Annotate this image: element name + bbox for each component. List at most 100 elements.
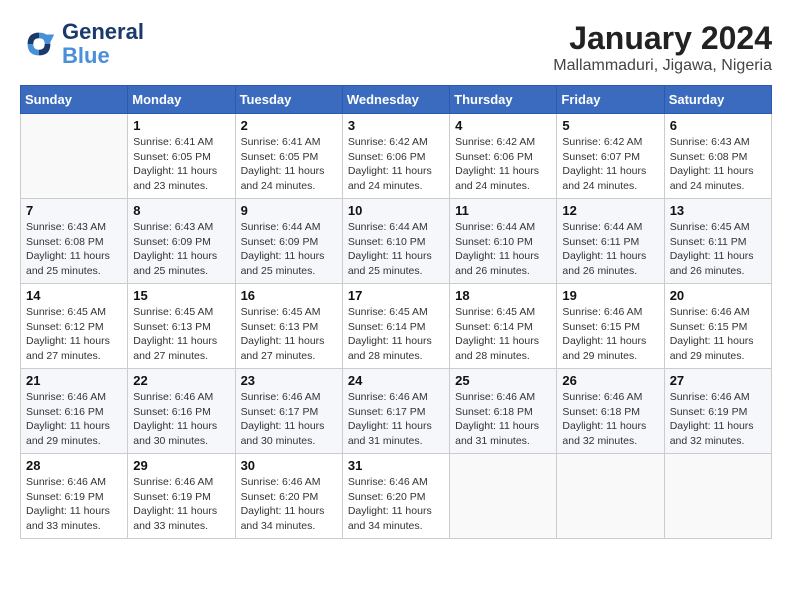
day-number: 4: [455, 118, 551, 133]
calendar-header-row: SundayMondayTuesdayWednesdayThursdayFrid…: [21, 86, 772, 114]
day-number: 20: [670, 288, 766, 303]
calendar-day-cell: 9 Sunrise: 6:44 AMSunset: 6:09 PMDaylight…: [235, 199, 342, 284]
day-info: Sunrise: 6:45 AMSunset: 6:14 PMDaylight:…: [348, 305, 444, 364]
page-subtitle: Mallammaduri, Jigawa, Nigeria: [553, 57, 772, 75]
calendar-day-cell: 28 Sunrise: 6:46 AMSunset: 6:19 PMDayligh…: [21, 454, 128, 539]
day-info: Sunrise: 6:46 AMSunset: 6:15 PMDaylight:…: [562, 305, 658, 364]
calendar-day-cell: [21, 114, 128, 199]
day-info: Sunrise: 6:45 AMSunset: 6:13 PMDaylight:…: [241, 305, 337, 364]
weekday-header: Monday: [128, 86, 235, 114]
day-info: Sunrise: 6:46 AMSunset: 6:19 PMDaylight:…: [670, 390, 766, 449]
calendar-day-cell: 15Sunrise: 6:45 AMSunset: 6:13 PMDayligh…: [128, 284, 235, 369]
calendar-week-row: 28 Sunrise: 6:46 AMSunset: 6:19 PMDayligh…: [21, 454, 772, 539]
day-info: Sunrise: 6:44 AMSunset: 6:11 PMDaylight:…: [562, 220, 658, 279]
logo-line1: General: [62, 20, 144, 44]
calendar-day-cell: 19 Sunrise: 6:46 AMSunset: 6:15 PMDayligh…: [557, 284, 664, 369]
calendar-day-cell: 8 Sunrise: 6:43 AMSunset: 6:09 PMDaylight…: [128, 199, 235, 284]
logo-text: General Blue: [62, 20, 144, 68]
day-number: 9: [241, 203, 337, 218]
day-info: Sunrise: 6:46 AMSunset: 6:20 PMDaylight:…: [241, 475, 337, 534]
page-header: General Blue January 2024 Mallammaduri, …: [20, 20, 772, 75]
calendar-day-cell: 20Sunrise: 6:46 AMSunset: 6:15 PMDayligh…: [664, 284, 771, 369]
day-info: Sunrise: 6:41 AMSunset: 6:05 PMDaylight:…: [241, 135, 337, 194]
calendar-week-row: 7Sunrise: 6:43 AMSunset: 6:08 PMDaylight…: [21, 199, 772, 284]
day-info: Sunrise: 6:46 AMSunset: 6:20 PMDaylight:…: [348, 475, 444, 534]
day-info: Sunrise: 6:42 AMSunset: 6:07 PMDaylight:…: [562, 135, 658, 194]
day-number: 27: [670, 373, 766, 388]
calendar-day-cell: 7Sunrise: 6:43 AMSunset: 6:08 PMDaylight…: [21, 199, 128, 284]
day-info: Sunrise: 6:45 AMSunset: 6:12 PMDaylight:…: [26, 305, 122, 364]
day-info: Sunrise: 6:46 AMSunset: 6:17 PMDaylight:…: [241, 390, 337, 449]
day-number: 30: [241, 458, 337, 473]
day-number: 28: [26, 458, 122, 473]
day-info: Sunrise: 6:45 AMSunset: 6:11 PMDaylight:…: [670, 220, 766, 279]
day-number: 11: [455, 203, 551, 218]
day-info: Sunrise: 6:44 AMSunset: 6:09 PMDaylight:…: [241, 220, 337, 279]
weekday-header: Tuesday: [235, 86, 342, 114]
day-number: 8: [133, 203, 229, 218]
day-number: 25: [455, 373, 551, 388]
calendar-day-cell: 5 Sunrise: 6:42 AMSunset: 6:07 PMDaylight…: [557, 114, 664, 199]
calendar-day-cell: 23 Sunrise: 6:46 AMSunset: 6:17 PMDayligh…: [235, 369, 342, 454]
day-number: 3: [348, 118, 444, 133]
day-number: 29: [133, 458, 229, 473]
calendar-day-cell: 21 Sunrise: 6:46 AMSunset: 6:16 PMDayligh…: [21, 369, 128, 454]
calendar-day-cell: [664, 454, 771, 539]
day-info: Sunrise: 6:43 AMSunset: 6:09 PMDaylight:…: [133, 220, 229, 279]
calendar-week-row: 14 Sunrise: 6:45 AMSunset: 6:12 PMDayligh…: [21, 284, 772, 369]
calendar-day-cell: 6Sunrise: 6:43 AMSunset: 6:08 PMDaylight…: [664, 114, 771, 199]
day-info: Sunrise: 6:45 AMSunset: 6:14 PMDaylight:…: [455, 305, 551, 364]
calendar-day-cell: 1Sunrise: 6:41 AMSunset: 6:05 PMDaylight…: [128, 114, 235, 199]
day-number: 17: [348, 288, 444, 303]
calendar-day-cell: 30 Sunrise: 6:46 AMSunset: 6:20 PMDayligh…: [235, 454, 342, 539]
calendar-table: SundayMondayTuesdayWednesdayThursdayFrid…: [20, 85, 772, 539]
day-number: 15: [133, 288, 229, 303]
day-number: 23: [241, 373, 337, 388]
day-number: 14: [26, 288, 122, 303]
day-number: 22: [133, 373, 229, 388]
calendar-day-cell: 27 Sunrise: 6:46 AMSunset: 6:19 PMDayligh…: [664, 369, 771, 454]
day-info: Sunrise: 6:46 AMSunset: 6:19 PMDaylight:…: [26, 475, 122, 534]
calendar-day-cell: 26 Sunrise: 6:46 AMSunset: 6:18 PMDayligh…: [557, 369, 664, 454]
day-number: 18: [455, 288, 551, 303]
logo-icon: [20, 25, 58, 63]
day-number: 5: [562, 118, 658, 133]
day-number: 13: [670, 203, 766, 218]
day-info: Sunrise: 6:46 AMSunset: 6:18 PMDaylight:…: [562, 390, 658, 449]
day-info: Sunrise: 6:43 AMSunset: 6:08 PMDaylight:…: [26, 220, 122, 279]
day-number: 26: [562, 373, 658, 388]
logo-line2: Blue: [62, 44, 144, 68]
day-info: Sunrise: 6:42 AMSunset: 6:06 PMDaylight:…: [348, 135, 444, 194]
calendar-day-cell: 29Sunrise: 6:46 AMSunset: 6:19 PMDayligh…: [128, 454, 235, 539]
day-info: Sunrise: 6:44 AMSunset: 6:10 PMDaylight:…: [455, 220, 551, 279]
logo: General Blue: [20, 20, 144, 68]
day-number: 2: [241, 118, 337, 133]
calendar-week-row: 21 Sunrise: 6:46 AMSunset: 6:16 PMDayligh…: [21, 369, 772, 454]
calendar-day-cell: [450, 454, 557, 539]
day-number: 31: [348, 458, 444, 473]
weekday-header: Thursday: [450, 86, 557, 114]
calendar-day-cell: 10 Sunrise: 6:44 AMSunset: 6:10 PMDayligh…: [342, 199, 449, 284]
day-number: 10: [348, 203, 444, 218]
calendar-day-cell: 17 Sunrise: 6:45 AMSunset: 6:14 PMDayligh…: [342, 284, 449, 369]
calendar-day-cell: 12 Sunrise: 6:44 AMSunset: 6:11 PMDayligh…: [557, 199, 664, 284]
calendar-day-cell: 14 Sunrise: 6:45 AMSunset: 6:12 PMDayligh…: [21, 284, 128, 369]
day-number: 19: [562, 288, 658, 303]
day-info: Sunrise: 6:42 AMSunset: 6:06 PMDaylight:…: [455, 135, 551, 194]
day-number: 6: [670, 118, 766, 133]
calendar-day-cell: 2 Sunrise: 6:41 AMSunset: 6:05 PMDaylight…: [235, 114, 342, 199]
day-info: Sunrise: 6:46 AMSunset: 6:16 PMDaylight:…: [26, 390, 122, 449]
title-block: January 2024 Mallammaduri, Jigawa, Niger…: [553, 20, 772, 75]
calendar-week-row: 1 Sunrise: 6:41 AMSunset: 6:05 PMDaylight…: [21, 114, 772, 199]
day-number: 24: [348, 373, 444, 388]
day-number: 21: [26, 373, 122, 388]
weekday-header: Sunday: [21, 86, 128, 114]
weekday-header: Friday: [557, 86, 664, 114]
day-number: 1: [133, 118, 229, 133]
calendar-day-cell: 3 Sunrise: 6:42 AMSunset: 6:06 PMDaylight…: [342, 114, 449, 199]
calendar-day-cell: 16 Sunrise: 6:45 AMSunset: 6:13 PMDayligh…: [235, 284, 342, 369]
day-number: 12: [562, 203, 658, 218]
day-info: Sunrise: 6:44 AMSunset: 6:10 PMDaylight:…: [348, 220, 444, 279]
weekday-header: Saturday: [664, 86, 771, 114]
day-number: 16: [241, 288, 337, 303]
